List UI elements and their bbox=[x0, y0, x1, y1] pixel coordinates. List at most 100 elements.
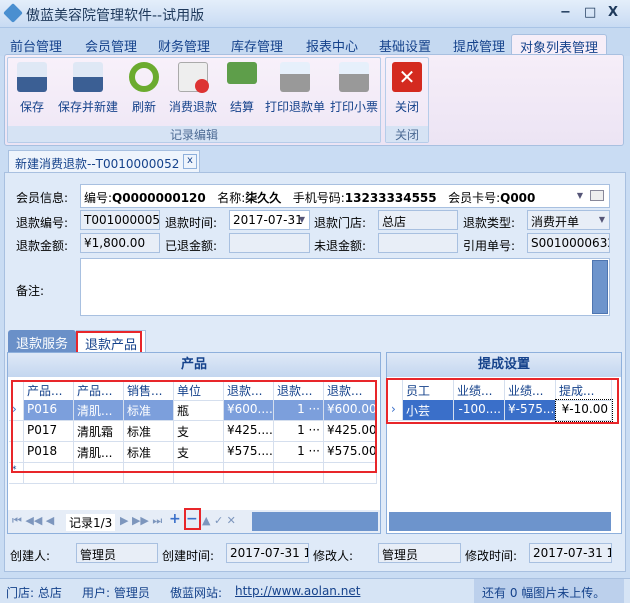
table-cell[interactable]: 标准 bbox=[124, 421, 174, 442]
unrefunded-field[interactable] bbox=[378, 233, 458, 253]
menu-tab-finance[interactable]: 财务管理 bbox=[150, 34, 218, 56]
table-cell[interactable]: 小芸 bbox=[403, 400, 454, 421]
maximize-button[interactable]: □ bbox=[584, 5, 596, 20]
consume-refund-button[interactable]: 消费退款 bbox=[166, 62, 220, 115]
save-and-new-button[interactable]: 保存并新建 bbox=[56, 62, 120, 115]
menu-tab-object-list[interactable]: 对象列表管理 bbox=[511, 34, 608, 56]
new-row-indicator[interactable]: * bbox=[9, 463, 24, 484]
row-indicator[interactable]: › bbox=[9, 400, 24, 421]
minimize-button[interactable]: − bbox=[560, 5, 571, 20]
note-scrollbar[interactable] bbox=[592, 260, 608, 314]
document-tab-close-icon[interactable]: x bbox=[183, 154, 197, 169]
close-button[interactable]: X bbox=[608, 5, 618, 20]
refund-no-field[interactable]: T0010000052 bbox=[80, 210, 160, 230]
chevron-down-icon[interactable]: ▼ bbox=[577, 191, 583, 200]
table-cell[interactable]: ¥600.00 bbox=[324, 400, 377, 421]
table-cell[interactable]: 1 ··· bbox=[274, 421, 324, 442]
refund-time-picker[interactable]: 2017-07-31 ▼ bbox=[229, 210, 310, 230]
created-time-field[interactable]: 2017-07-31 14 bbox=[226, 543, 309, 563]
table-cell[interactable]: P017 bbox=[24, 421, 74, 442]
column-header[interactable]: 业绩... bbox=[454, 380, 505, 401]
column-header[interactable]: 单位 bbox=[174, 380, 224, 401]
new-row-cell[interactable] bbox=[74, 463, 124, 484]
document-tab[interactable]: 新建消费退款--T0010000052 x bbox=[8, 150, 200, 174]
table-cell[interactable]: 瓶 bbox=[174, 400, 224, 421]
new-row-cell[interactable] bbox=[24, 463, 74, 484]
table-cell[interactable]: P018 bbox=[24, 442, 74, 463]
menu-tab-member[interactable]: 会员管理 bbox=[77, 34, 145, 56]
table-cell[interactable]: 标准 bbox=[124, 442, 174, 463]
checkout-button[interactable]: 结算 bbox=[222, 62, 262, 115]
delete-record-icon[interactable]: − bbox=[186, 511, 198, 527]
menu-tab-front[interactable]: 前台管理 bbox=[2, 34, 70, 56]
store-field[interactable]: 总店 bbox=[378, 210, 458, 230]
print-receipt-button[interactable]: 打印小票 bbox=[328, 62, 380, 115]
table-cell[interactable]: 清肌... bbox=[74, 442, 124, 463]
save-button[interactable]: 保存 bbox=[12, 62, 52, 115]
table-cell[interactable]: ¥575.00 bbox=[324, 442, 377, 463]
table-cell[interactable]: ¥425.... bbox=[224, 421, 274, 442]
tab-refund-product[interactable]: 退款产品 bbox=[76, 330, 147, 353]
column-header[interactable]: 员工 bbox=[403, 380, 454, 401]
column-header[interactable]: 产品... bbox=[74, 380, 124, 401]
add-record-icon[interactable]: + bbox=[169, 511, 181, 527]
note-textarea[interactable] bbox=[80, 258, 610, 316]
table-cell[interactable]: -100.... bbox=[454, 400, 505, 421]
table-cell[interactable]: 清肌... bbox=[74, 400, 124, 421]
column-header[interactable]: 销售... bbox=[124, 380, 174, 401]
horizontal-scrollbar[interactable] bbox=[389, 512, 611, 531]
member-card-icon[interactable] bbox=[590, 190, 604, 201]
member-info-field[interactable]: 编号:Q0000000120 名称:柒久久 手机号码:13233334555 会… bbox=[80, 184, 610, 208]
menu-tab-reports[interactable]: 报表中心 bbox=[298, 34, 366, 56]
ref-no-field[interactable]: S0010000632 bbox=[527, 233, 610, 253]
row-indicator[interactable] bbox=[9, 442, 24, 463]
menu-tab-commission[interactable]: 提成管理 bbox=[445, 34, 513, 56]
refund-type-select[interactable]: 消费开单 ▼ bbox=[527, 210, 610, 230]
table-cell[interactable]: ¥425.00 bbox=[324, 421, 377, 442]
close-form-button[interactable]: ✕ 关闭 bbox=[388, 62, 426, 115]
edit-record-icons[interactable]: ▲ ✓ ✕ bbox=[202, 514, 236, 527]
tab-refund-service[interactable]: 退款服务 bbox=[8, 330, 77, 352]
row-indicator[interactable] bbox=[9, 421, 24, 442]
refund-amount-field[interactable]: ¥1,800.00 bbox=[80, 233, 160, 253]
menu-tab-settings[interactable]: 基础设置 bbox=[371, 34, 439, 56]
column-header[interactable]: 退款... bbox=[224, 380, 274, 401]
column-header[interactable]: 提成... bbox=[556, 380, 612, 401]
table-cell[interactable]: 1 ··· bbox=[274, 442, 324, 463]
refresh-button[interactable]: 刷新 bbox=[124, 62, 164, 115]
creator-label: 创建人: bbox=[10, 549, 51, 563]
new-row-cell[interactable] bbox=[274, 463, 324, 484]
nav-next-icon[interactable]: ▶ ▶▶ ⏭ bbox=[120, 514, 162, 528]
new-row-cell[interactable] bbox=[124, 463, 174, 484]
menu-tab-inventory[interactable]: 库存管理 bbox=[223, 34, 291, 56]
new-row-cell[interactable] bbox=[224, 463, 274, 484]
creator-field[interactable]: 管理员 bbox=[76, 543, 158, 563]
table-cell[interactable]: P016 bbox=[24, 400, 74, 421]
table-cell[interactable]: ¥600.... bbox=[224, 400, 274, 421]
column-header[interactable]: 业绩... bbox=[505, 380, 556, 401]
table-cell[interactable]: ¥575.... bbox=[224, 442, 274, 463]
new-row-cell[interactable] bbox=[324, 463, 377, 484]
table-cell[interactable]: 1 ··· bbox=[274, 400, 324, 421]
modified-time-label: 修改时间: bbox=[465, 549, 518, 563]
modifier-field[interactable]: 管理员 bbox=[378, 543, 461, 563]
column-header[interactable]: 退款... bbox=[274, 380, 324, 401]
print-refund-button[interactable]: 打印退款单 bbox=[264, 62, 326, 115]
refresh-icon bbox=[129, 62, 159, 92]
website-link[interactable]: http://www.aolan.net bbox=[235, 584, 360, 598]
column-header[interactable]: 产品... bbox=[24, 380, 74, 401]
table-cell[interactable]: ¥-575... bbox=[505, 400, 556, 421]
status-store: 门店: 总店 bbox=[6, 586, 62, 600]
new-row-cell[interactable] bbox=[174, 463, 224, 484]
horizontal-scrollbar[interactable] bbox=[252, 512, 378, 531]
table-cell[interactable]: 支 bbox=[174, 442, 224, 463]
row-indicator[interactable]: › bbox=[388, 400, 403, 421]
nav-first-icon[interactable]: ⏮ ◀◀ ◀ bbox=[12, 514, 54, 528]
refunded-field[interactable] bbox=[229, 233, 310, 253]
table-cell[interactable]: 清肌霜 bbox=[74, 421, 124, 442]
table-cell[interactable]: 标准 bbox=[124, 400, 174, 421]
table-cell[interactable]: ¥-10.00 bbox=[555, 399, 613, 422]
table-cell[interactable]: 支 bbox=[174, 421, 224, 442]
column-header[interactable]: 退款... bbox=[324, 380, 377, 401]
modified-time-field[interactable]: 2017-07-31 14 bbox=[529, 543, 612, 563]
